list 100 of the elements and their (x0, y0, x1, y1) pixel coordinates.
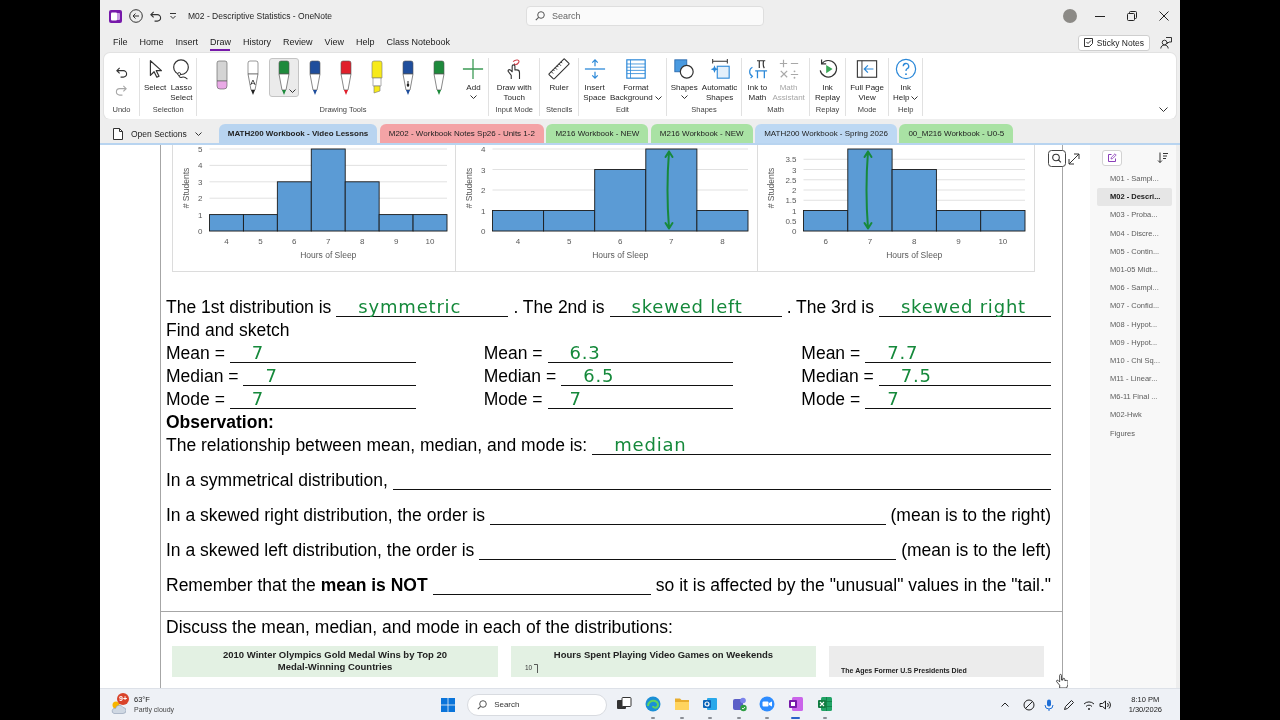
fill-in-line[interactable]: 7.5 (878, 366, 1051, 386)
sentence-text: Remember that the mean is NOT (166, 575, 428, 595)
select-button[interactable]: Select (142, 58, 169, 93)
pen-button[interactable]: A (237, 58, 268, 97)
customize-menu-icon[interactable] (169, 12, 177, 20)
tick-label: 3 (792, 165, 797, 175)
person-chat-icon[interactable] (1160, 36, 1172, 49)
menu-tab[interactable]: Review (277, 34, 319, 51)
menu-tab[interactable]: Home (133, 34, 170, 51)
start-menu-icon[interactable] (441, 697, 456, 712)
notebook-icon[interactable] (788, 696, 804, 712)
section-tab[interactable]: M216 Workbook - NEW (546, 124, 649, 143)
menu-tab[interactable]: Insert (169, 34, 205, 51)
histogram-bar (492, 210, 545, 232)
tick-label: 0 (481, 227, 486, 236)
axis-title: Hours of Sleep (592, 250, 649, 260)
answer-label: Mean = (483, 343, 543, 363)
microphone-icon[interactable] (1042, 698, 1055, 711)
answer-label: Mean = (801, 343, 861, 363)
add-pen-button[interactable]: Add (460, 58, 487, 99)
pen-icon[interactable] (1062, 698, 1075, 711)
search-icon (535, 11, 545, 21)
user-avatar[interactable] (1063, 9, 1077, 23)
full-page-view-button[interactable]: Full Page View (848, 58, 886, 103)
taskbar-search-field[interactable]: Search (467, 693, 608, 716)
crossed-circle-icon[interactable] (1022, 698, 1035, 711)
fill-in-line[interactable]: 7 (229, 389, 416, 409)
team-chat-icon[interactable] (730, 696, 747, 712)
menu-tab[interactable]: View (318, 34, 350, 51)
open-sections-button[interactable]: Open Sections (113, 124, 202, 143)
tick-label: 7 (867, 237, 873, 246)
ruler-button[interactable]: Ruler (546, 58, 573, 93)
axis-title: Hours of Sleep (886, 250, 943, 260)
menu-tab[interactable]: File (107, 34, 134, 51)
shapes-button[interactable]: Shapes (668, 58, 700, 99)
section-tab[interactable]: 00_M216 Workbook - U0-5 (899, 124, 1014, 143)
fill-in-line[interactable]: 7.7 (865, 343, 1051, 363)
video-call-icon[interactable] (759, 696, 776, 712)
fill-in-line[interactable]: 7 (229, 343, 416, 363)
sentence-text: Find and sketch (166, 320, 290, 340)
fill-in-line[interactable]: 6.5 (561, 366, 734, 386)
answer-label: Mode = (483, 389, 543, 409)
note-icon (1083, 38, 1093, 47)
sticky-notes-button[interactable]: Sticky Notes (1077, 34, 1150, 51)
fill-in-line[interactable]: 6.3 (547, 343, 734, 363)
section-tab[interactable]: M202 - Workbook Notes Sp26 - Units 1-2 (379, 124, 544, 143)
undo-icon[interactable] (149, 9, 162, 23)
undo-icon[interactable] (115, 66, 128, 79)
fill-in-line[interactable]: skewed right (878, 297, 1051, 317)
section-tab[interactable]: MATH200 Workbook - Spring 2026 (755, 124, 897, 143)
answer-label: Mean = (166, 343, 225, 363)
shapes-icon (673, 58, 696, 80)
close-icon[interactable] (1159, 11, 1169, 21)
ink-help-button[interactable]: Ink Help (891, 58, 921, 103)
format-background-button[interactable]: Format Background (607, 58, 664, 103)
speaker-icon[interactable] (1098, 698, 1111, 711)
tick-label: 2 (792, 186, 797, 195)
draw-with-touch-button[interactable]: Draw with Touch (494, 58, 534, 103)
answer-label: Median = (483, 366, 557, 386)
window-title: M02 - Descriptive Statistics - OneNote (188, 11, 333, 21)
ink-replay-button[interactable]: Ink Replay (813, 58, 842, 103)
fill-in-line[interactable]: median (592, 435, 1051, 455)
sort-icon[interactable] (1157, 152, 1168, 163)
automatic-shapes-button[interactable]: Automatic Shapes (699, 58, 740, 103)
pen-button[interactable] (268, 58, 299, 97)
fill-in-line[interactable]: 7 (547, 389, 734, 409)
sentence-text: In a skewed right distribution, the order is (166, 505, 486, 525)
wifi-icon[interactable] (1082, 698, 1095, 711)
partly-cloudy-icon[interactable] (110, 699, 126, 714)
spreadsheet-icon[interactable] (816, 696, 833, 712)
task-view-icon[interactable] (616, 696, 633, 712)
chart-title: 2010 Winter Olympics Gold Medal Wins by Top 20 Medal-Winning Countries (222, 649, 448, 672)
tick-label: 7 (669, 237, 674, 246)
lasso-select-button[interactable]: Lasso Select (168, 58, 195, 103)
ink-to-math-button[interactable]: Ink to Math (744, 58, 771, 103)
histogram-bar (980, 210, 1026, 232)
new-page-button[interactable] (1102, 149, 1122, 166)
menu-tab[interactable]: Class Notebook (380, 34, 456, 51)
menu-tab[interactable]: Help (349, 34, 381, 51)
tick-label: 3 (481, 165, 486, 175)
instruction-text: Discuss the mean, median, and mode in each of the distributions: (166, 617, 673, 638)
section-tab[interactable]: MATH200 Workbook - Video Lessons (218, 124, 378, 143)
pencil-square-icon (1107, 152, 1117, 163)
fill-in-line[interactable]: skewed left (609, 297, 782, 317)
caret-icon (194, 131, 202, 136)
menu-tab[interactable]: History (237, 34, 278, 51)
restore-icon[interactable] (1127, 11, 1137, 21)
chevron-up-icon[interactable] (1000, 702, 1009, 707)
chevron-down-icon[interactable] (1159, 107, 1168, 112)
insert-space-button[interactable]: Insert Space (581, 58, 608, 103)
expand-arrows-icon[interactable] (1068, 153, 1080, 165)
fill-in-line[interactable]: 7 (243, 366, 416, 386)
section-tab[interactable]: M216 Workbook - NEW (650, 124, 753, 143)
fill-in-line[interactable]: 7 (865, 389, 1051, 409)
search-icon[interactable] (1048, 150, 1066, 167)
fill-in-line[interactable]: symmetric (336, 297, 509, 317)
section-heading: Observation: (166, 412, 274, 432)
browser-icon[interactable] (645, 696, 661, 712)
search-field[interactable]: Search (526, 6, 764, 26)
mail-icon[interactable] (702, 696, 719, 712)
